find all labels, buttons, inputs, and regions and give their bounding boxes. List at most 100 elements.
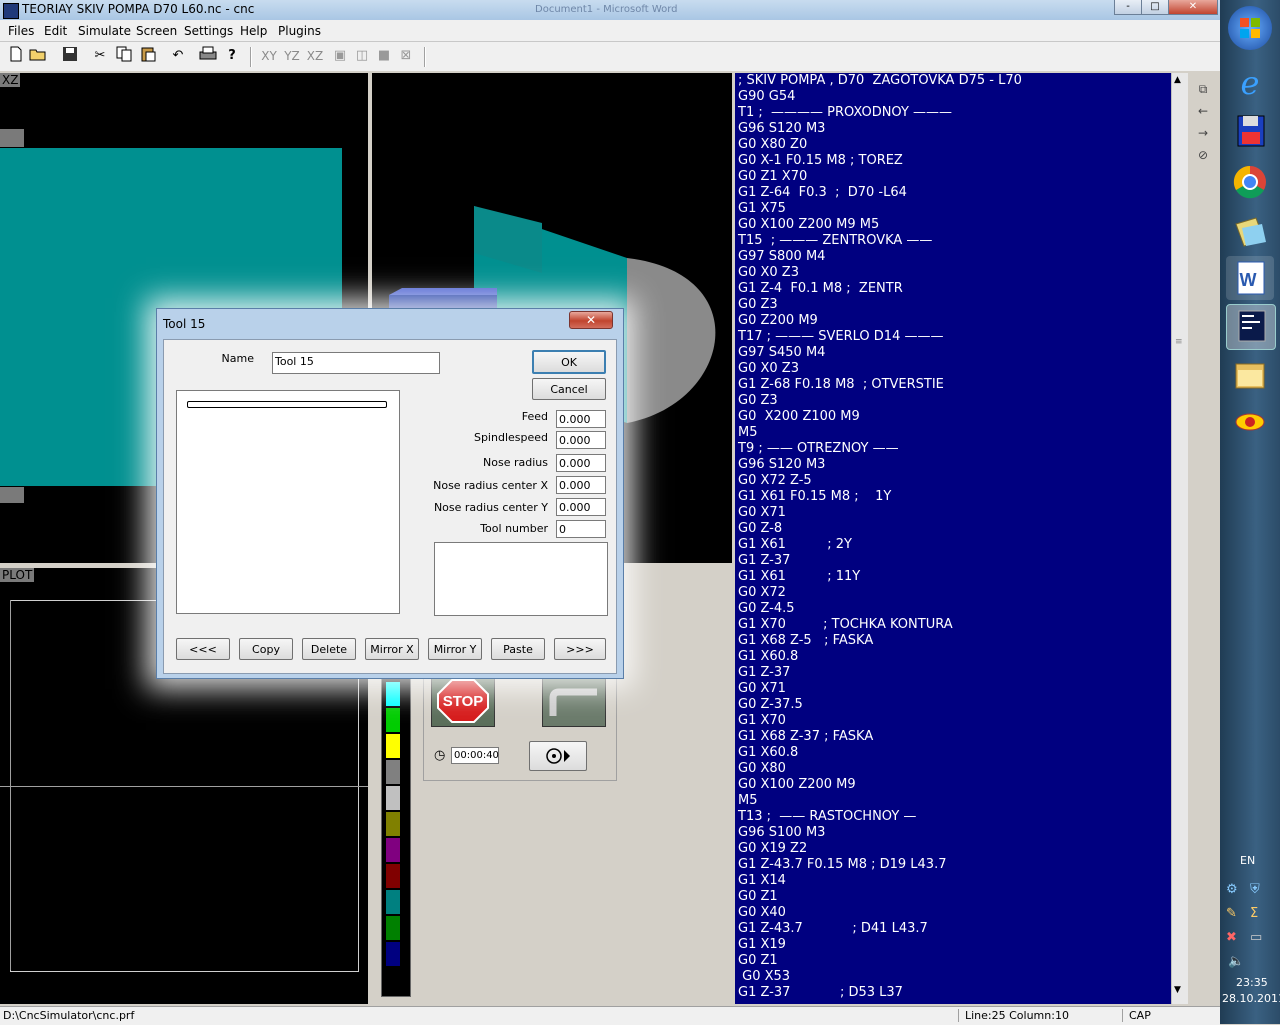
menu-simulate[interactable]: Simulate [78,24,131,38]
gcode-line[interactable]: G0 X80 Z0 [735,137,1171,153]
gcode-line[interactable]: G1 Z-37 [735,665,1171,681]
previous-tool-button[interactable]: <<< [176,638,230,660]
nose-radius-center-x-field[interactable]: 0.000 [556,476,606,494]
tool-change-button[interactable] [542,675,606,727]
gcode-line[interactable]: G1 X61 ; 2Y [735,537,1171,553]
gcode-line[interactable]: G1 X68 Z-5 ; FASKA [735,633,1171,649]
gcode-line[interactable]: G0 X0 Z3 [735,265,1171,281]
ok-button[interactable]: OK [532,350,606,374]
next-tool-button[interactable]: >>> [554,638,606,660]
menu-screen[interactable]: Screen [136,24,177,38]
palette-swatch[interactable] [386,942,400,966]
volume-tray-icon[interactable]: 🔈 [1228,954,1244,969]
view-multi-icon[interactable]: ◫ [352,46,372,66]
gcode-line[interactable]: G96 S100 M3 [735,825,1171,841]
gcode-line[interactable]: G0 Z-4.5 [735,601,1171,617]
copy-icon[interactable] [114,46,134,66]
nose-radius-center-y-field[interactable]: 0.000 [556,498,606,516]
gcode-line[interactable]: G0 X71 [735,505,1171,521]
gcode-line[interactable]: G97 S450 M4 [735,345,1171,361]
gcode-line[interactable]: G1 Z-43.7 F0.15 M8 ; D19 L43.7 [735,857,1171,873]
scroll-down-icon[interactable]: ▼ [1174,985,1181,995]
gcode-line[interactable]: G0 X200 Z100 M9 [735,409,1171,425]
network-error-tray-icon[interactable]: ✖ [1226,930,1237,945]
eye-app-icon[interactable] [1226,400,1274,444]
gcode-editor[interactable]: ; SKIV POMPA , D70 ZAGOTOVKA D75 - L70 G9… [735,73,1171,1004]
gcode-line[interactable]: G0 Z1 [735,953,1171,969]
view-solid-icon[interactable]: ■ [374,46,394,66]
minimize-button[interactable]: - [1114,0,1142,15]
gcode-line[interactable]: T17 ; ——— SVERLO D14 ——— [735,329,1171,345]
gcode-line[interactable]: G1 X61 F0.15 M8 ; 1Y [735,489,1171,505]
gcode-line[interactable]: G1 X60.8 [735,649,1171,665]
tool-number-field[interactable]: 0 [556,520,606,538]
gcode-line[interactable]: T15 ; ——— ZENTROVKA —— [735,233,1171,249]
delete-tool-button[interactable]: Delete [302,638,356,660]
gcode-line[interactable]: G0 Z1 X70 [735,169,1171,185]
gcode-line[interactable]: G0 X53 [735,969,1171,985]
gcode-line[interactable]: G0 X0 Z3 [735,361,1171,377]
palette-swatch[interactable] [386,838,400,862]
forward-arrow-icon[interactable]: → [1192,123,1214,143]
sigma-tray-icon[interactable]: Σ [1250,906,1258,921]
menu-edit[interactable]: Edit [44,24,67,38]
mirror-y-button[interactable]: Mirror Y [428,638,482,660]
gcode-line[interactable]: G1 Z-43.7 ; D41 L43.7 [735,921,1171,937]
language-indicator[interactable]: EN [1240,854,1255,867]
gcode-line[interactable]: G1 Z-68 F0.18 M8 ; OTVERSTIE [735,377,1171,393]
maximize-button[interactable]: □ [1141,0,1169,15]
chrome-icon[interactable] [1226,160,1274,204]
view-yz-button[interactable]: YZ [281,48,303,65]
palette-swatch[interactable] [386,682,400,706]
gcode-line[interactable]: G96 S120 M3 [735,457,1171,473]
gcode-line[interactable]: G1 X75 [735,201,1171,217]
paste-icon[interactable] [138,46,158,66]
gcode-line[interactable]: G1 Z-4 F0.1 M8 ; ZENTR [735,281,1171,297]
notes-box[interactable] [434,542,608,616]
feed-field[interactable]: 0.000 [556,410,606,428]
spindlespeed-field[interactable]: 0.000 [556,431,606,449]
gcode-line[interactable]: G0 X100 Z200 M9 [735,777,1171,793]
gcode-line[interactable]: G0 X80 [735,761,1171,777]
gcode-line[interactable]: G0 X-1 F0.15 M8 ; TOREZ [735,153,1171,169]
cnc-app-icon[interactable] [1226,304,1276,350]
view-3d-icon[interactable]: ▣ [330,46,350,66]
gcode-line[interactable]: G1 X68 Z-37 ; FASKA [735,729,1171,745]
gcode-line[interactable]: G0 X72 Z-5 [735,473,1171,489]
scroll-up-icon[interactable]: ▲ [1174,75,1181,85]
gcode-line[interactable]: G0 Z-8 [735,521,1171,537]
gcode-line[interactable]: G1 X61 ; 11Y [735,569,1171,585]
cancel-button[interactable]: Cancel [532,378,606,400]
nose-radius-field[interactable]: 0.000 [556,454,606,472]
name-field[interactable]: Tool 15 [272,352,440,374]
gcode-line[interactable]: G0 Z3 [735,297,1171,313]
gcode-line[interactable]: G0 X19 Z2 [735,841,1171,857]
step-button[interactable] [529,741,587,771]
open-icon[interactable] [28,46,48,66]
gcode-line[interactable]: G0 X72 [735,585,1171,601]
menu-settings[interactable]: Settings [184,24,233,38]
palette-swatch[interactable] [386,786,400,810]
gcode-line[interactable]: G0 X100 Z200 M9 M5 [735,217,1171,233]
cancel-icon[interactable]: ⊘ [1192,145,1214,165]
gcode-line[interactable]: G90 G54 [735,89,1171,105]
mirror-x-button[interactable]: Mirror X [365,638,419,660]
internet-explorer-icon[interactable]: e [1226,60,1274,104]
pen-tray-icon[interactable]: ✎ [1226,906,1237,921]
palette-swatch[interactable] [386,812,400,836]
gcode-line[interactable]: G1 X19 [735,937,1171,953]
dialog-close-button[interactable]: ✕ [569,311,613,329]
gcode-line[interactable]: G0 Z1 [735,889,1171,905]
folder-icon[interactable] [1226,210,1274,254]
stop-button[interactable]: STOP [431,675,495,727]
palette-swatch[interactable] [386,864,400,888]
palette-swatch[interactable] [386,734,400,758]
windows-start-icon[interactable] [1228,6,1272,50]
gcode-line[interactable]: G97 S800 M4 [735,249,1171,265]
floppy-save-icon[interactable] [1226,110,1274,154]
shield-tray-icon[interactable]: ⛨ [1250,882,1260,897]
palette-swatch[interactable] [386,760,400,784]
palette-swatch[interactable] [386,916,400,940]
back-arrow-icon[interactable]: ← [1192,101,1214,121]
print-icon[interactable] [198,46,218,66]
